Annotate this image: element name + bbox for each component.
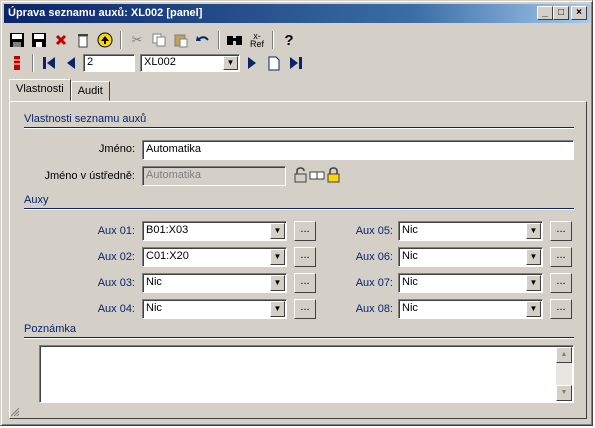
record-select-value: XL002	[144, 56, 176, 68]
note-scrollbar[interactable]: ▲ ▼	[556, 347, 572, 401]
lock-controls	[294, 167, 340, 183]
tab-vlastnosti[interactable]: Vlastnosti	[9, 79, 71, 101]
cut-icon[interactable]: ✂	[127, 30, 147, 50]
maximize-button[interactable]: □	[553, 6, 569, 20]
chevron-down-icon[interactable]: ▼	[270, 301, 285, 317]
scroll-up-icon[interactable]: ▲	[556, 347, 572, 363]
chevron-down-icon[interactable]: ▼	[526, 275, 541, 291]
chevron-down-icon[interactable]: ▼	[223, 56, 238, 70]
section-divider	[24, 208, 574, 210]
aux-04-label: Aux 04:	[97, 303, 135, 315]
aux-07-browse-button[interactable]: ...	[550, 273, 572, 293]
resize-grip-icon[interactable]	[10, 407, 20, 417]
aux-06-value: Nic	[402, 250, 418, 262]
previous-record-icon[interactable]	[61, 53, 81, 73]
aux-03-label: Aux 03:	[97, 277, 135, 289]
aux-07-value: Nic	[402, 276, 418, 288]
aux-04-select[interactable]: Nic ▼	[142, 299, 287, 319]
aux-03-value: Nic	[146, 276, 162, 288]
aux-01-select[interactable]: B01:X03 ▼	[142, 221, 287, 241]
aux-04-browse-button[interactable]: ...	[294, 299, 316, 319]
minimize-button[interactable]: _	[537, 6, 553, 20]
aux-05-browse-button[interactable]: ...	[550, 221, 572, 241]
find-icon[interactable]	[225, 30, 245, 50]
aux-07-select[interactable]: Nic ▼	[398, 273, 543, 293]
section-divider	[24, 337, 574, 339]
name-input[interactable]: Automatika	[142, 140, 574, 160]
aux-02-browse-button[interactable]: ...	[294, 247, 316, 267]
toolbar-separator	[32, 54, 34, 72]
aux-06-browse-button[interactable]: ...	[550, 247, 572, 267]
aux-06-select[interactable]: Nic ▼	[398, 247, 543, 267]
new-record-icon[interactable]	[264, 53, 284, 73]
chevron-down-icon[interactable]: ▼	[270, 249, 285, 265]
chevron-down-icon[interactable]: ▼	[270, 223, 285, 239]
properties-heading: Vlastnosti seznamu auxů	[24, 113, 147, 125]
copy-icon[interactable]	[149, 30, 169, 50]
delete-icon[interactable]	[51, 30, 71, 50]
aux-03-browse-button[interactable]: ...	[294, 273, 316, 293]
aux-07-label: Aux 07:	[355, 277, 393, 289]
auxy-heading: Auxy	[24, 194, 49, 206]
record-select[interactable]: XL002 ▼	[140, 54, 240, 72]
next-record-icon[interactable]	[242, 53, 262, 73]
aux-08-browse-button[interactable]: ...	[550, 299, 572, 319]
aux-08-value: Nic	[402, 302, 418, 314]
section-divider	[24, 127, 574, 129]
window-title: Úprava seznamu auxů: XL002 [panel]	[8, 7, 203, 19]
save-all-icon[interactable]	[29, 30, 49, 50]
tab-audit[interactable]: Audit	[70, 81, 110, 101]
aux-05-select[interactable]: Nic ▼	[398, 221, 543, 241]
unlock-icon[interactable]	[294, 167, 307, 183]
central-name-label: Jméno v ústředně:	[44, 170, 136, 182]
chevron-down-icon[interactable]: ▼	[270, 275, 285, 291]
aux-05-label: Aux 05:	[355, 225, 393, 237]
aux-08-label: Aux 08:	[355, 303, 393, 315]
navigation-toolbar: 2 XL002 ▼	[7, 51, 306, 75]
chevron-down-icon[interactable]: ▼	[526, 249, 541, 265]
up-icon[interactable]	[95, 30, 115, 50]
link-icon[interactable]	[309, 167, 325, 183]
last-record-icon[interactable]	[286, 53, 306, 73]
aux-04-value: Nic	[146, 302, 162, 314]
record-number-input[interactable]: 2	[83, 54, 135, 72]
aux-08-select[interactable]: Nic ▼	[398, 299, 543, 319]
note-textarea[interactable]: ▲ ▼	[39, 345, 574, 403]
close-button[interactable]: ×	[571, 6, 587, 20]
tab-strip: Vlastnosti Audit	[9, 79, 110, 101]
main-toolbar: ✂ x- Ref ?	[7, 28, 299, 52]
aux-03-select[interactable]: Nic ▼	[142, 273, 287, 293]
ref-label-bottom: Ref	[249, 39, 264, 49]
chevron-down-icon[interactable]: ▼	[526, 223, 541, 239]
save-icon[interactable]	[7, 30, 27, 50]
paste-icon[interactable]	[171, 30, 191, 50]
aux-06-label: Aux 06:	[355, 251, 393, 263]
name-label: Jméno:	[98, 143, 135, 155]
title-bar[interactable]: Úprava seznamu auxů: XL002 [panel] _ □ ×	[4, 4, 590, 23]
edit-aux-list-window: Úprava seznamu auxů: XL002 [panel] _ □ ×…	[0, 0, 593, 426]
undo-icon[interactable]	[193, 30, 213, 50]
aux-02-value: C01:X20	[146, 250, 189, 262]
aux-01-label: Aux 01:	[97, 225, 135, 237]
toolbar-separator	[218, 31, 220, 49]
aux-01-browse-button[interactable]: ...	[294, 221, 316, 241]
aux-01-value: B01:X03	[146, 224, 189, 236]
record-list-icon[interactable]	[7, 53, 27, 73]
aux-05-value: Nic	[402, 224, 418, 236]
toolbar-separator	[120, 31, 122, 49]
scroll-down-icon[interactable]: ▼	[556, 385, 572, 401]
central-name-input: Automatika	[142, 166, 286, 186]
ref-icon[interactable]: x- Ref	[247, 30, 267, 50]
lock-icon[interactable]	[327, 167, 340, 183]
toolbar-separator	[272, 31, 274, 49]
first-record-icon[interactable]	[39, 53, 59, 73]
trash-icon[interactable]	[73, 30, 93, 50]
help-icon[interactable]: ?	[279, 30, 299, 50]
chevron-down-icon[interactable]: ▼	[526, 301, 541, 317]
aux-02-select[interactable]: C01:X20 ▼	[142, 247, 287, 267]
note-heading: Poznámka	[24, 323, 76, 335]
aux-02-label: Aux 02:	[97, 251, 135, 263]
